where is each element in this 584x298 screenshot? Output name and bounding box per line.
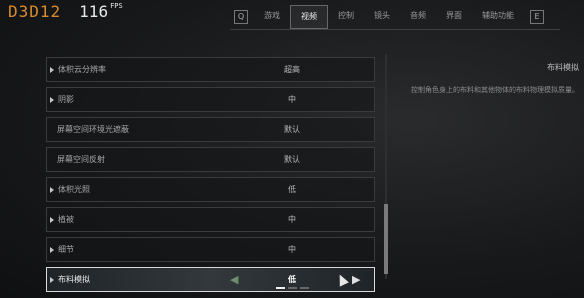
setting-row[interactable]: 植被 中	[46, 207, 375, 232]
next-tab-key-icon[interactable]: E	[530, 10, 544, 24]
video-settings-list: 体积云分辨率 超高 阴影中屏幕空间环境光遮蔽 默认 屏幕空间反射 默认 体积光照低植被中细节…	[46, 57, 375, 297]
tab-5[interactable]: 界面	[436, 5, 472, 27]
expand-arrow-icon[interactable]	[50, 246, 54, 253]
level-indicator	[276, 287, 309, 289]
setting-value: 超高	[284, 65, 300, 74]
prev-tab-key-icon[interactable]: Q	[234, 10, 248, 24]
settings-tab-bar: Q 游戏 视频 控制 镜头 音频 界面 辅助功能 E	[228, 5, 584, 29]
tab-2[interactable]: 控制	[328, 5, 364, 27]
setting-label: 细节	[58, 245, 74, 254]
increase-arrow-icon[interactable]: ▶	[352, 273, 360, 286]
expand-arrow-icon[interactable]	[50, 276, 54, 283]
level-segment	[300, 287, 309, 289]
setting-value: 中	[288, 215, 296, 224]
setting-row[interactable]: 屏幕空间环境光遮蔽 默认	[46, 117, 375, 142]
tab-3[interactable]: 镜头	[364, 5, 400, 27]
setting-row[interactable]: 阴影 中	[46, 87, 375, 112]
setting-row[interactable]: 细节 中	[46, 237, 375, 262]
settings-scrollbar[interactable]	[384, 54, 388, 279]
setting-label: 体积云分辨率	[58, 65, 106, 74]
fps-unit: FPS	[110, 2, 123, 10]
fps-value: 116	[79, 2, 109, 21]
tab-bar-divider	[230, 29, 560, 30]
tab-1[interactable]: 视频	[290, 5, 328, 29]
scrollbar-thumb[interactable]	[384, 204, 388, 274]
performance-overlay: D3D12 116 FPS	[8, 2, 123, 21]
description-text: 控制角色身上的布料和其他物体的布料物理模拟质量。	[411, 86, 579, 94]
setting-value: 低	[288, 185, 296, 194]
setting-value: 中	[288, 245, 296, 254]
render-api-label: D3D12	[8, 2, 62, 21]
expand-arrow-icon[interactable]	[50, 216, 54, 223]
expand-arrow-icon[interactable]	[50, 186, 54, 193]
setting-row[interactable]: 体积云分辨率 超高	[46, 57, 375, 82]
setting-row[interactable]: 体积光照 低	[46, 177, 375, 202]
tab-4[interactable]: 音频	[400, 5, 436, 27]
fps-counter: 116 FPS	[79, 2, 123, 21]
setting-row[interactable]: 屏幕空间反射 默认	[46, 147, 375, 172]
setting-label: 体积光照	[58, 185, 90, 194]
setting-label: 屏幕空间反射	[57, 155, 105, 164]
expand-arrow-icon[interactable]	[50, 66, 54, 73]
level-segment	[288, 287, 297, 289]
setting-value: 中	[288, 95, 296, 104]
setting-value: 默认	[284, 125, 300, 134]
description-title: 布料模拟	[547, 63, 579, 72]
setting-value: 默认	[284, 155, 300, 164]
setting-label: 布料模拟	[58, 275, 90, 284]
tab-0[interactable]: 游戏	[254, 5, 290, 27]
setting-row[interactable]: 布料模拟 低 ◀ ▶	[46, 267, 375, 292]
setting-value: 低	[288, 275, 296, 284]
setting-label: 屏幕空间环境光遮蔽	[57, 125, 129, 134]
expand-arrow-icon[interactable]	[50, 96, 54, 103]
level-segment	[276, 287, 285, 289]
setting-label: 植被	[58, 215, 74, 224]
setting-description-panel: 布料模拟 控制角色身上的布料和其他物体的布料物理模拟质量。	[404, 62, 579, 95]
setting-label: 阴影	[58, 95, 74, 104]
tab-6[interactable]: 辅助功能	[472, 5, 524, 27]
decrease-arrow-icon[interactable]: ◀	[230, 273, 238, 286]
